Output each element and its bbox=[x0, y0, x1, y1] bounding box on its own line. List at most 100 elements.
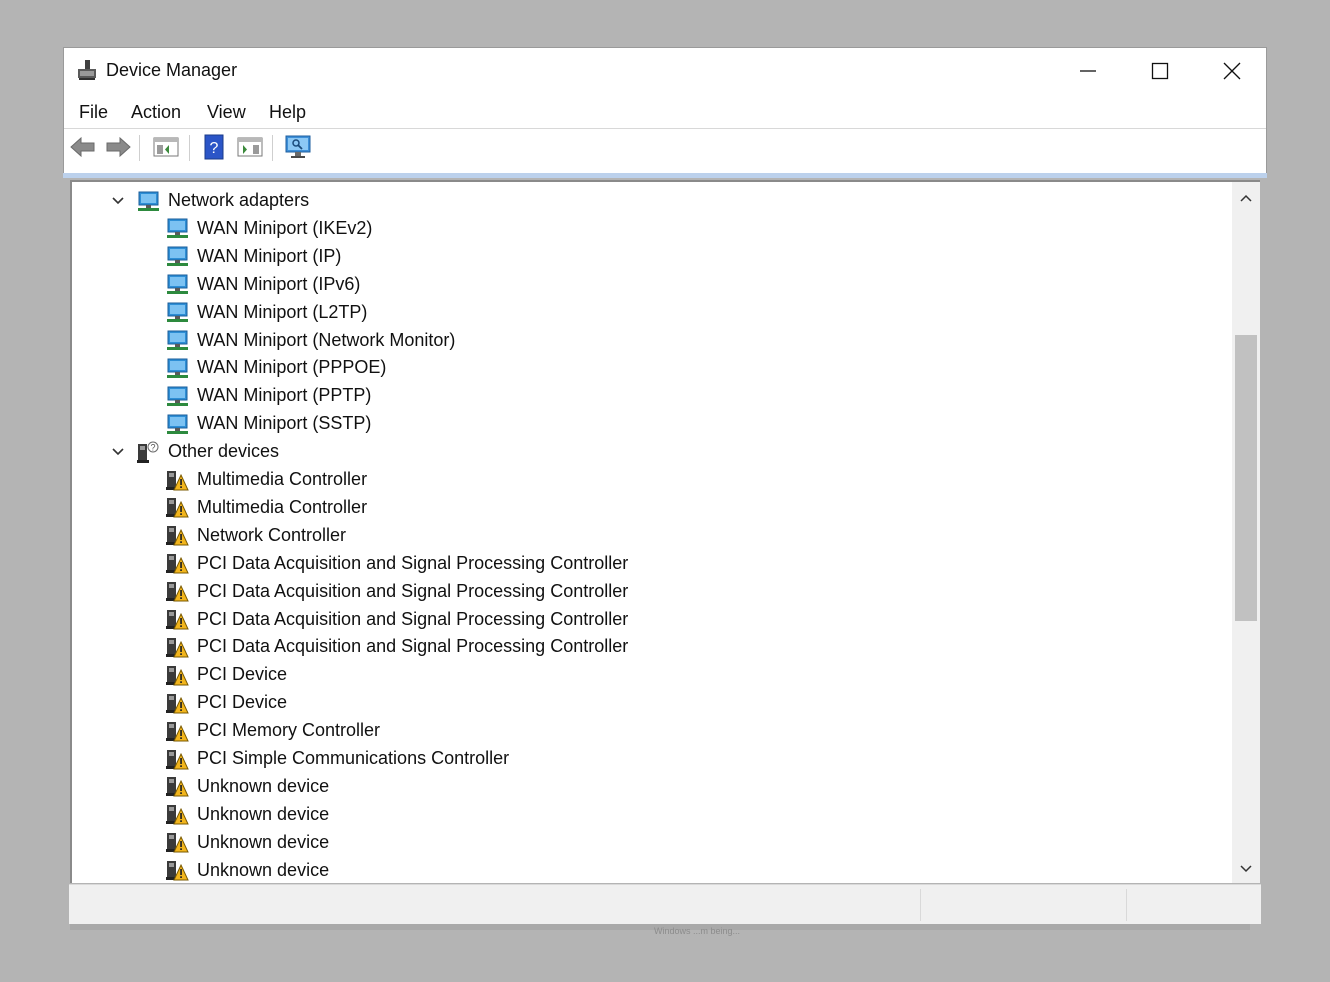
chevron-down-icon bbox=[1240, 865, 1252, 873]
expand-collapse-button[interactable] bbox=[110, 444, 126, 460]
monitor-icon bbox=[285, 135, 311, 158]
scroll-thumb[interactable] bbox=[1235, 335, 1257, 621]
tree-item-label: Unknown device bbox=[197, 859, 330, 880]
tree-item-label: Other devices bbox=[168, 441, 280, 462]
status-divider bbox=[920, 889, 921, 921]
menu-file[interactable]: File bbox=[75, 100, 112, 125]
menu-bar: File Action View Help bbox=[64, 94, 1266, 128]
menu-help[interactable]: Help bbox=[265, 100, 310, 125]
tree-item[interactable]: PCI Data Acquisition and Signal Processi… bbox=[165, 606, 628, 633]
tree-item-label: PCI Device bbox=[197, 692, 288, 713]
tree-item-label: WAN Miniport (PPTP) bbox=[197, 385, 372, 406]
forward-icon bbox=[106, 136, 131, 158]
title-bar[interactable]: Device Manager bbox=[64, 48, 1266, 94]
tree-item[interactable]: WAN Miniport (PPPOE) bbox=[165, 354, 386, 381]
tree-item-label: Network adapters bbox=[168, 190, 310, 210]
tree-item[interactable]: WAN Miniport (IKEv2) bbox=[165, 215, 372, 242]
tree-item-label: Unknown device bbox=[197, 803, 330, 824]
warning-device-icon bbox=[166, 833, 189, 853]
scroll-down-button[interactable] bbox=[1232, 857, 1260, 881]
expand-collapse-button[interactable] bbox=[110, 193, 126, 209]
warning-device-icon bbox=[166, 805, 189, 825]
status-bar bbox=[69, 884, 1261, 924]
help-icon: ? bbox=[204, 134, 224, 160]
tree-item[interactable]: WAN Miniport (SSTP) bbox=[165, 410, 371, 437]
warning-device-icon bbox=[166, 526, 189, 546]
action-pane-button[interactable] bbox=[236, 133, 264, 161]
network-adapter-icon bbox=[167, 274, 188, 295]
close-icon bbox=[1223, 62, 1241, 80]
status-divider bbox=[1126, 889, 1127, 921]
maximize-icon bbox=[1151, 62, 1169, 80]
warning-device-icon bbox=[166, 693, 189, 714]
chevron-up-icon bbox=[1240, 194, 1252, 202]
tree-item-label: WAN Miniport (PPPOE) bbox=[197, 357, 387, 378]
device-manager-window: Device Manager File Action View Help ? bbox=[63, 47, 1267, 175]
warning-device-icon bbox=[166, 470, 189, 490]
tree-item[interactable]: Unknown device bbox=[165, 773, 329, 800]
back-icon bbox=[70, 136, 95, 158]
minimize-icon bbox=[1080, 70, 1096, 72]
toolbar-divider bbox=[189, 135, 190, 161]
tree-item[interactable]: Unknown device bbox=[165, 829, 329, 856]
tree-item[interactable]: WAN Miniport (Network Monitor) bbox=[165, 327, 455, 354]
tree-category[interactable]: ? Other devices bbox=[112, 438, 280, 465]
network-adapter-icon bbox=[167, 358, 188, 378]
tree-item[interactable]: PCI Data Acquisition and Signal Processi… bbox=[165, 633, 628, 660]
maximize-button[interactable] bbox=[1124, 48, 1196, 94]
network-adapter-icon bbox=[167, 330, 188, 350]
tree-item[interactable]: WAN Miniport (L2TP) bbox=[165, 299, 367, 326]
tree-item-label: Multimedia Controller bbox=[197, 469, 368, 489]
svg-text:?: ? bbox=[150, 442, 155, 452]
tree-item[interactable]: PCI Device bbox=[165, 661, 287, 688]
warning-device-icon bbox=[166, 721, 189, 742]
tree-item-label: Network Controller bbox=[197, 524, 347, 545]
tree-item[interactable]: PCI Data Acquisition and Signal Processi… bbox=[165, 578, 628, 605]
svg-text:?: ? bbox=[210, 140, 219, 157]
tree-item-label: Unknown device bbox=[197, 831, 330, 852]
close-button[interactable] bbox=[1196, 48, 1268, 94]
tree-item[interactable]: PCI Data Acquisition and Signal Processi… bbox=[165, 550, 628, 577]
tree-item[interactable]: WAN Miniport (IPv6) bbox=[165, 271, 360, 298]
tree-category[interactable]: Network adapters bbox=[112, 187, 310, 214]
tree-item-label: PCI Data Acquisition and Signal Processi… bbox=[197, 552, 629, 573]
tree-item[interactable]: WAN Miniport (IP) bbox=[165, 243, 341, 270]
minimize-button[interactable] bbox=[1052, 48, 1124, 94]
tree-item-label: WAN Miniport (IP) bbox=[197, 245, 342, 266]
scan-hardware-button[interactable] bbox=[284, 133, 312, 161]
tree-item[interactable]: WAN Miniport (PPTP) bbox=[165, 382, 371, 409]
tree-item-label: WAN Miniport (IPv6) bbox=[197, 273, 361, 294]
warning-device-icon bbox=[166, 749, 189, 769]
warning-device-icon bbox=[166, 861, 189, 881]
device-tree[interactable]: Network adapters WAN Miniport (IKEv2) WAN … bbox=[70, 180, 1260, 883]
forward-button[interactable] bbox=[104, 133, 132, 161]
tree-item[interactable]: Multimedia Controller bbox=[165, 494, 367, 521]
chevron-down-icon bbox=[112, 196, 124, 204]
menu-view[interactable]: View bbox=[203, 100, 250, 125]
network-adapter-icon bbox=[138, 191, 159, 211]
network-adapter-icon bbox=[167, 386, 188, 406]
tree-item[interactable]: Unknown device bbox=[165, 857, 329, 883]
tree-item[interactable]: Network Controller bbox=[165, 522, 346, 549]
warning-device-icon bbox=[166, 777, 189, 797]
tree-item-label: PCI Data Acquisition and Signal Processi… bbox=[197, 636, 629, 657]
tree-item-label: PCI Simple Communications Controller bbox=[197, 748, 510, 768]
menu-action[interactable]: Action bbox=[127, 100, 185, 125]
show-hide-console-tree-button[interactable] bbox=[152, 133, 180, 161]
tree-item-label: WAN Miniport (L2TP) bbox=[197, 301, 368, 322]
tree-item[interactable]: PCI Device bbox=[165, 689, 287, 716]
tree-item[interactable]: PCI Memory Controller bbox=[165, 717, 380, 744]
warning-device-icon bbox=[166, 498, 189, 518]
help-button[interactable]: ? bbox=[200, 133, 228, 161]
tree-item-label: WAN Miniport (IKEv2) bbox=[197, 217, 373, 238]
warning-device-icon bbox=[166, 554, 189, 574]
other-devices-icon: ? bbox=[137, 441, 159, 463]
tree-item-label: WAN Miniport (SSTP) bbox=[197, 413, 372, 434]
tree-item[interactable]: PCI Simple Communications Controller bbox=[165, 745, 509, 772]
tree-item[interactable]: Multimedia Controller bbox=[165, 466, 367, 493]
back-button[interactable] bbox=[69, 133, 97, 161]
background-window-text: Windows ...m being... bbox=[654, 926, 741, 936]
scroll-up-button[interactable] bbox=[1232, 186, 1260, 210]
tree-item[interactable]: Unknown device bbox=[165, 801, 329, 828]
vertical-scrollbar[interactable] bbox=[1232, 182, 1260, 883]
